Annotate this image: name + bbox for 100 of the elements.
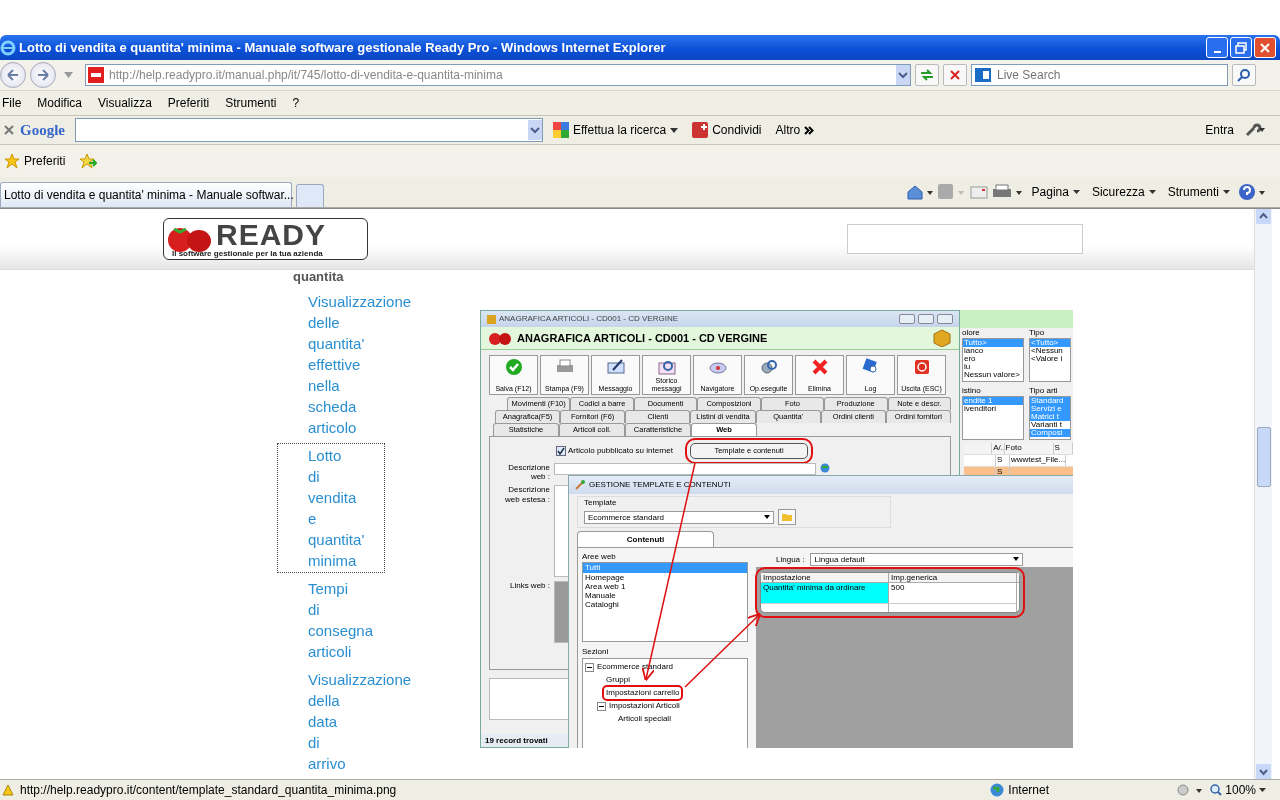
command-menu[interactable]: Sicurezza — [1087, 185, 1160, 199]
dropdown-icon[interactable] — [896, 65, 910, 85]
list-item[interactable]: <Valore i — [1030, 355, 1070, 363]
tree-item[interactable]: Impostazioni Articoli — [609, 701, 680, 711]
refresh-button[interactable] — [915, 64, 939, 86]
list-item[interactable]: Varianti t — [1030, 421, 1070, 429]
grid-row[interactable]: S wwwtest_File... — [964, 455, 1073, 467]
zoom-icon — [1210, 784, 1223, 796]
print-icon[interactable] — [991, 184, 1024, 200]
web-description-field[interactable] — [554, 463, 816, 475]
tree-item[interactable]: Gruppi — [606, 675, 630, 685]
filter-list[interactable]: Tutto> ianco ero lu Nessun valore> — [962, 338, 1024, 382]
more-button[interactable]: Altro — [771, 123, 819, 137]
filter-list[interactable]: endite 1 ivenditori — [962, 396, 1024, 440]
checkbox[interactable] — [556, 446, 566, 456]
menu-item[interactable]: File — [2, 96, 22, 110]
nav-link[interactable]: Lotto di vendita e quantita' minima — [277, 443, 385, 573]
filter-list[interactable]: <Tutto> <Nessun <Valore i — [1029, 338, 1071, 382]
list-item[interactable]: ero — [963, 355, 1023, 363]
list-item[interactable]: Cataloghi — [583, 600, 747, 610]
list-item[interactable]: lu — [963, 363, 1023, 371]
browser-tab[interactable]: Lotto di vendita e quantita' minima - Manuale softwar... — [0, 182, 292, 207]
logo-tagline: Il software gestionale per la tua azienda — [172, 250, 324, 258]
minimize-button[interactable] — [899, 314, 915, 324]
wrench-icon[interactable] — [1244, 122, 1266, 138]
box-icon — [933, 329, 951, 347]
list-item[interactable]: Nessun valore> — [963, 371, 1023, 379]
globe-icon[interactable] — [820, 463, 830, 473]
help-icon[interactable] — [1238, 183, 1266, 201]
share-button[interactable]: Condividi — [688, 122, 766, 138]
menu-item[interactable]: Modifica — [37, 96, 83, 110]
areas-list[interactable]: Tutti Homepage Area web 1 Manuale Cataloghi — [582, 562, 748, 643]
nav-link[interactable]: Visualizzazione delle quantita' effettive nella scheda articolo — [277, 289, 413, 440]
list-item[interactable]: Homepage — [583, 572, 747, 582]
scroll-up-icon[interactable] — [1256, 209, 1271, 224]
close-button[interactable] — [937, 314, 953, 324]
site-search-field[interactable] — [847, 224, 1083, 254]
forward-button[interactable] — [30, 62, 56, 88]
tab[interactable]: Contenuti — [577, 531, 714, 548]
tree-item[interactable]: Impostazioni carrello — [606, 688, 680, 698]
status-text: http://help.readypro.it/content/template_standard_quantita_minima.png — [20, 783, 397, 797]
tree-toggle-icon[interactable] — [597, 701, 606, 711]
group-label: Aree web — [582, 552, 617, 562]
cube-icon — [487, 314, 496, 324]
folder-button[interactable] — [778, 509, 796, 526]
magnifier-icon — [861, 358, 880, 376]
address-field[interactable]: http://help.readypro.it/manual.php/it/745/lotto-di-vendita-e-quantita-minima — [85, 64, 911, 86]
google-search-field[interactable] — [75, 118, 543, 142]
filter-list[interactable]: Standard Servizi e Matrici t Varianti t Composi — [1029, 396, 1071, 440]
search-icon — [1237, 68, 1251, 82]
url-text: http://help.readypro.it/manual.php/it/745/lotto-di-vendita-e-quantita-minima — [109, 68, 504, 82]
tree-item[interactable]: Articoli speciali — [618, 714, 671, 724]
tree-toggle-icon[interactable] — [585, 662, 594, 672]
grid-row[interactable]: Quantita' minima da ordinare 500 — [761, 583, 1019, 604]
filter-label: Tipo — [1029, 328, 1046, 338]
dropdown-icon[interactable] — [528, 120, 542, 140]
close-icon[interactable] — [4, 125, 14, 135]
search-field[interactable]: Live Search — [995, 67, 1227, 83]
menu-item[interactable]: Preferiti — [167, 96, 210, 110]
caret-icon — [1072, 190, 1080, 194]
list-item[interactable]: ivenditori — [963, 405, 1023, 413]
field-label: Descrizione web estesa : — [504, 485, 550, 504]
scroll-thumb[interactable] — [1256, 427, 1271, 487]
menu-item[interactable]: Visualizza — [98, 96, 152, 110]
template-dropdown[interactable]: Ecommerce standard — [584, 510, 774, 524]
list-item[interactable]: Area web 1 — [583, 581, 747, 591]
zoom-button[interactable]: 100% — [1210, 783, 1266, 797]
window-caption: ANAGRAFICA ARTICOLI - CD001 - CD VERGINE — [499, 314, 678, 324]
menu-item[interactable]: Strumenti — [225, 96, 277, 110]
mail-icon[interactable] — [969, 185, 988, 199]
page-heading: quantita — [292, 270, 345, 286]
search-web-button[interactable]: Effettua la ricerca — [549, 122, 683, 138]
nav-link[interactable]: Tempi di consegna articoli — [277, 576, 385, 664]
checkmark-icon — [557, 447, 565, 455]
search-box[interactable]: Live Search — [971, 64, 1228, 86]
search-button[interactable] — [1232, 64, 1256, 86]
vertical-scrollbar[interactable] — [1254, 209, 1272, 779]
maximize-button[interactable] — [918, 314, 934, 324]
nav-link[interactable]: Visualizzazione della data di arrivo — [277, 667, 413, 776]
history-dropdown-icon[interactable] — [64, 72, 73, 78]
command-menu[interactable]: Pagina — [1027, 185, 1084, 199]
favorites-button[interactable]: Preferiti — [0, 153, 70, 169]
command-menu[interactable]: Strumenti — [1163, 185, 1234, 199]
grid-cell: wwwtest_File... — [1010, 455, 1066, 466]
group-label: Sezioni — [582, 647, 610, 657]
list-item[interactable]: Manuale — [583, 590, 747, 601]
list-item[interactable]: <Nessun — [1030, 347, 1070, 355]
site-logo[interactable]: READY Il software gestionale per la tua azienda — [163, 218, 368, 260]
stop-button[interactable] — [943, 64, 967, 86]
sign-in-button[interactable]: Entra — [1201, 123, 1238, 137]
list-item[interactable]: ianco — [963, 347, 1023, 355]
add-favorite-icon[interactable] — [79, 153, 98, 169]
back-button[interactable] — [0, 62, 26, 88]
home-icon[interactable] — [905, 184, 934, 200]
new-tab-button[interactable] — [296, 184, 324, 207]
scroll-down-icon[interactable] — [1256, 764, 1271, 779]
language-dropdown[interactable]: Lingua default — [810, 552, 1024, 566]
menu-item[interactable]: ? — [292, 96, 300, 110]
column-header: Foto — [1004, 443, 1054, 454]
site-favicon-icon — [88, 67, 104, 83]
